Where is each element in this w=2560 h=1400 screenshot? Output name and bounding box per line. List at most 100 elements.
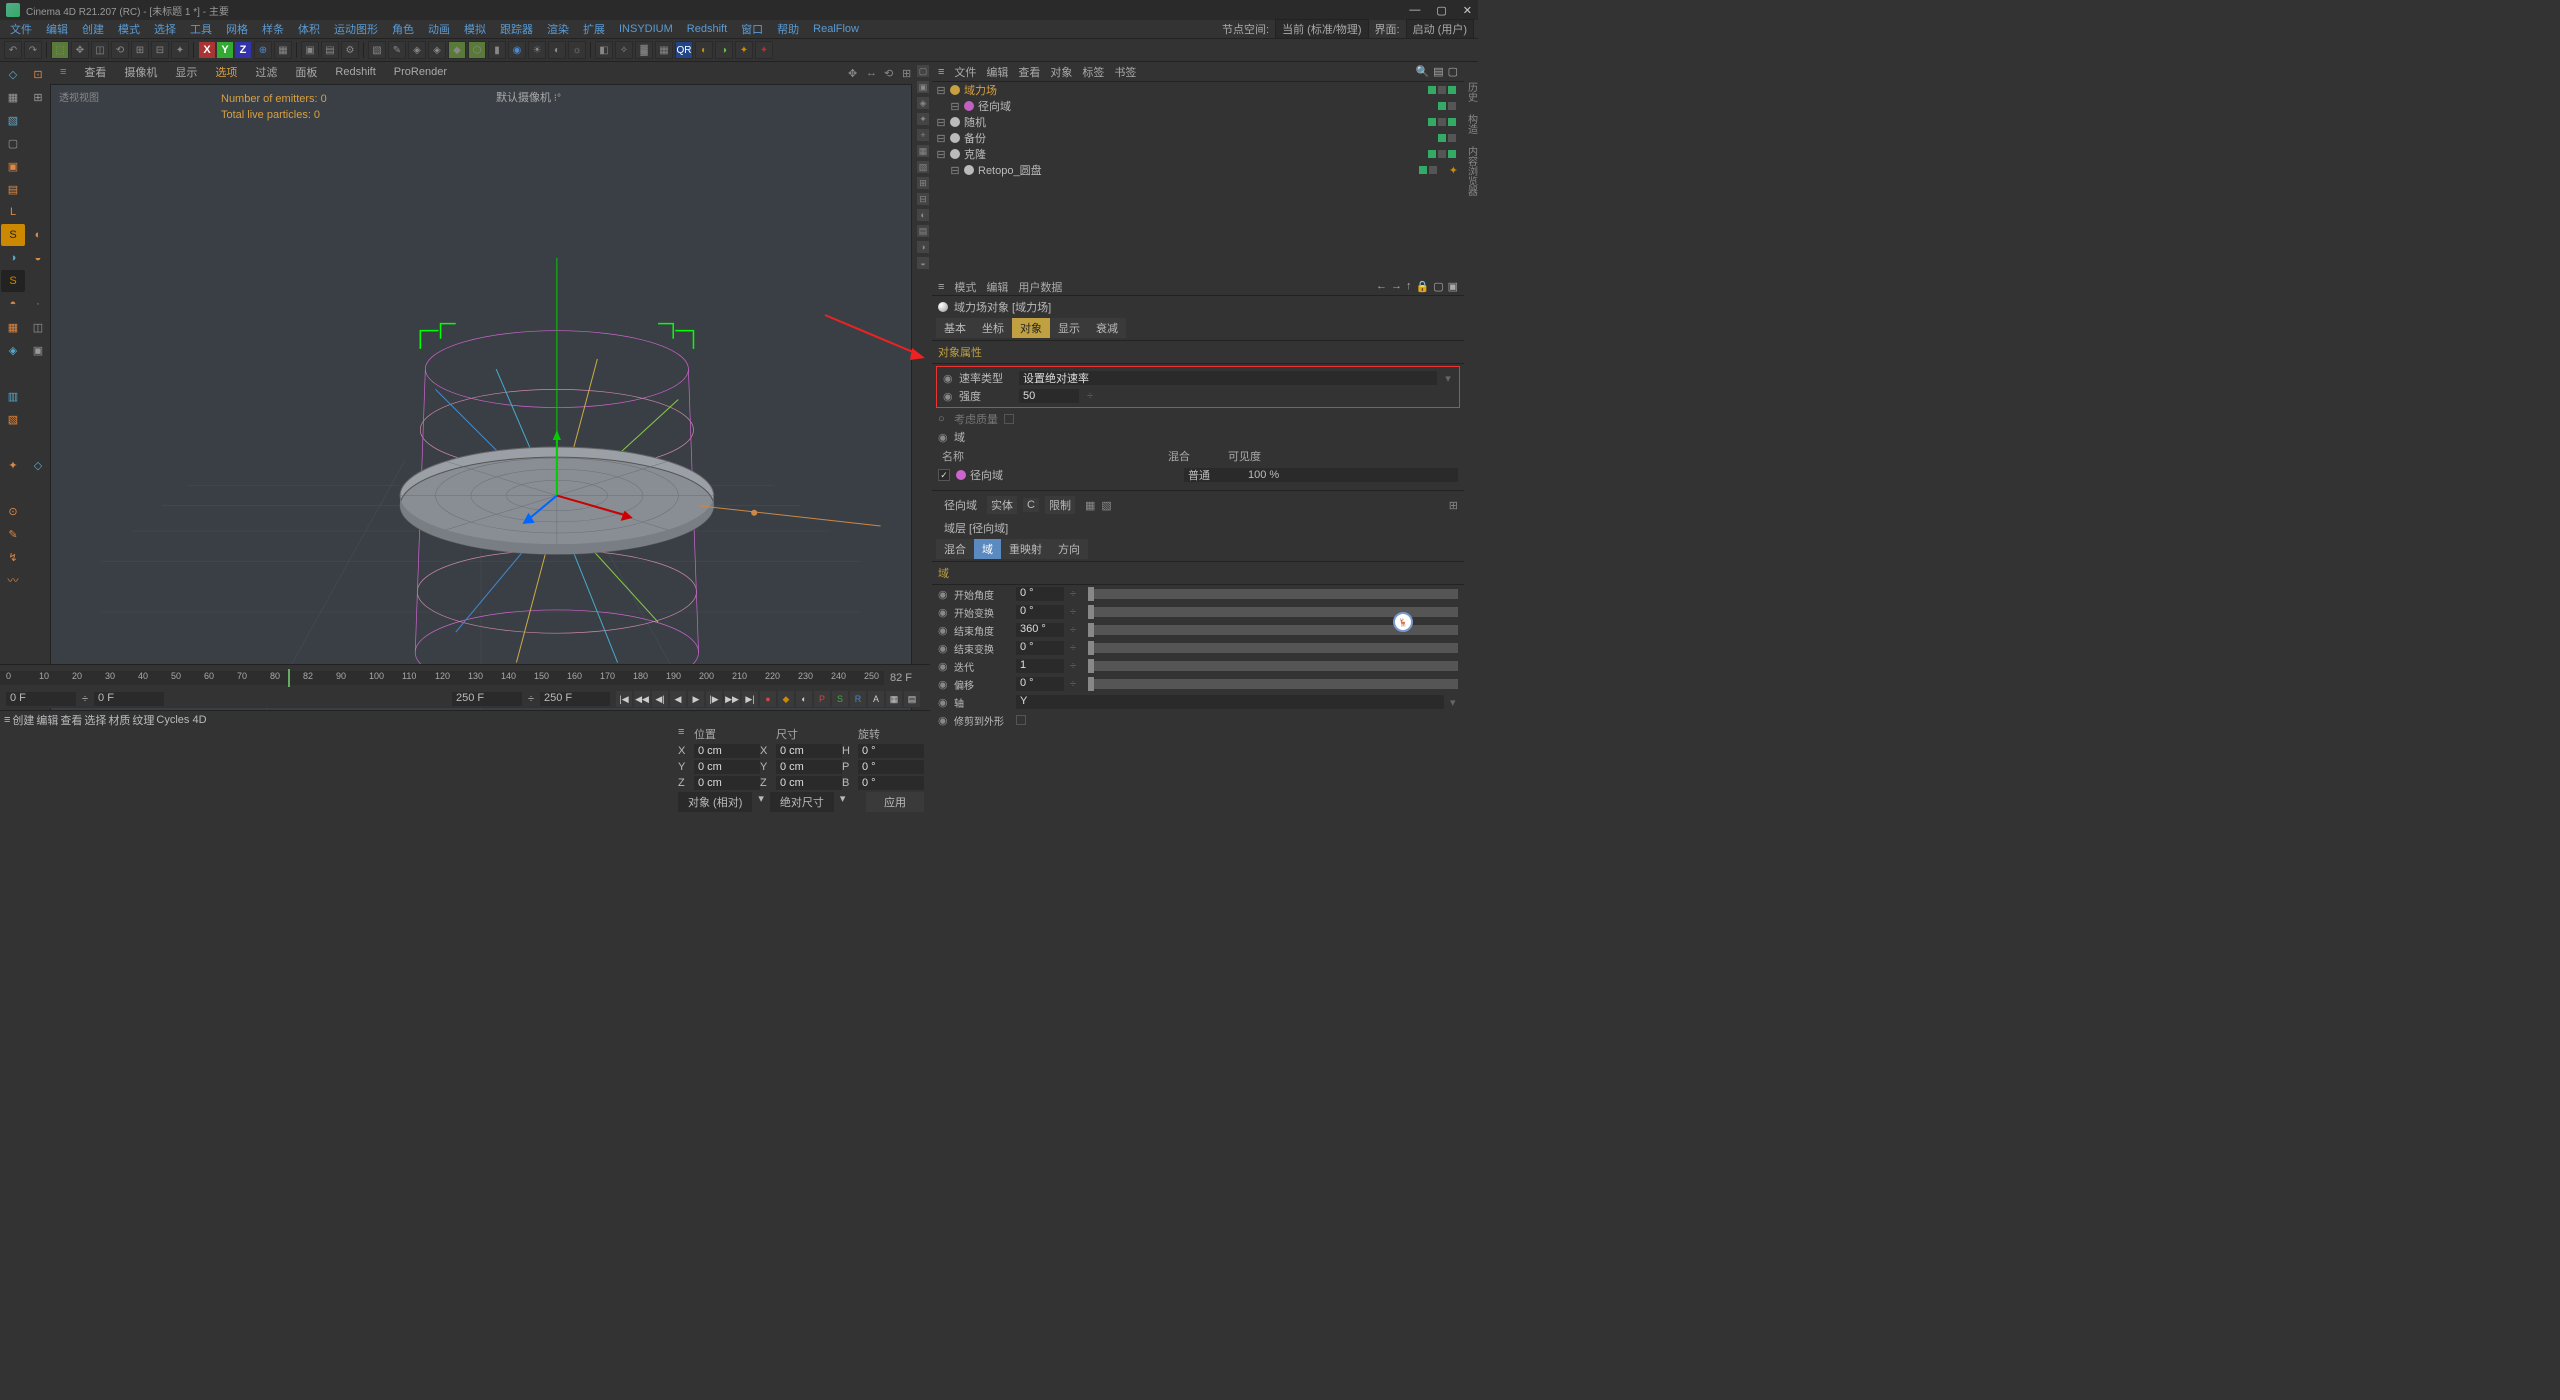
- attr-tab[interactable]: 衰减: [1088, 318, 1126, 338]
- menu-item[interactable]: 文件: [4, 19, 38, 39]
- coord-field[interactable]: 0 °: [858, 744, 924, 758]
- view-menu-item[interactable]: 过滤: [247, 62, 285, 82]
- side-icon[interactable]: ▦: [916, 144, 930, 158]
- tool-icon[interactable]: ◧: [595, 41, 613, 59]
- dock-tab[interactable]: 构造: [1464, 114, 1479, 134]
- tool-icon[interactable]: ✦: [1, 454, 25, 476]
- tool-icon[interactable]: ◇: [26, 454, 50, 476]
- tree-row[interactable]: ⊟径向域: [932, 98, 1464, 114]
- side-icon[interactable]: ◈: [916, 96, 930, 110]
- side-icon[interactable]: ◐: [916, 208, 930, 222]
- rotate-tool-icon[interactable]: ⟲: [111, 41, 129, 59]
- nav-back-icon[interactable]: ←: [1376, 280, 1387, 293]
- coord-field[interactable]: 0 cm: [776, 776, 842, 790]
- param-field[interactable]: 360 °: [1016, 623, 1064, 637]
- coord-field[interactable]: 0 cm: [694, 744, 760, 758]
- mat-menu-item[interactable]: 材质: [108, 712, 130, 728]
- field-list-row[interactable]: 径向域 普通 100 %: [932, 466, 1464, 484]
- field-enable-checkbox[interactable]: [938, 469, 950, 481]
- tool-icon[interactable]: ▥: [1, 385, 25, 407]
- view-menu-item[interactable]: 选项: [207, 62, 245, 82]
- record-icon[interactable]: ●: [760, 691, 776, 707]
- tool-icon[interactable]: [26, 155, 50, 177]
- nav-up-icon[interactable]: ↑: [1406, 280, 1412, 293]
- obj-menu-item[interactable]: 书签: [1114, 64, 1136, 80]
- tool-icon[interactable]: 〰: [1, 569, 25, 591]
- autokey-icon[interactable]: ◆: [778, 691, 794, 707]
- tool-icon[interactable]: ◑: [1, 247, 25, 269]
- filter-icon[interactable]: ▤: [1433, 65, 1443, 78]
- tool-icon[interactable]: ▦: [1, 316, 25, 338]
- dock-tab[interactable]: 历史: [1464, 82, 1479, 102]
- tool-icon[interactable]: ↯: [1, 546, 25, 568]
- menu-item[interactable]: 运动图形: [328, 19, 384, 39]
- tool-icon[interactable]: ◒: [26, 247, 50, 269]
- generator-icon[interactable]: ◈: [428, 41, 446, 59]
- tool-icon[interactable]: ◐: [695, 41, 713, 59]
- tool-icon[interactable]: [26, 408, 50, 430]
- timeline[interactable]: 0102030405060708082901001101201301401501…: [0, 664, 930, 690]
- tool-icon[interactable]: [26, 132, 50, 154]
- param-slider[interactable]: [1088, 643, 1458, 653]
- sub-tab[interactable]: 方向: [1050, 539, 1088, 559]
- undo-icon[interactable]: ↶: [4, 41, 22, 59]
- generator-icon[interactable]: ◈: [408, 41, 426, 59]
- obj-menu-item[interactable]: 对象: [1050, 64, 1072, 80]
- side-icon[interactable]: ⊞: [916, 176, 930, 190]
- attr-tab[interactable]: 坐标: [974, 318, 1012, 338]
- menu-item[interactable]: RealFlow: [807, 21, 865, 37]
- field-icon[interactable]: ▮: [488, 41, 506, 59]
- tree-row[interactable]: ⊟随机: [932, 114, 1464, 130]
- tool-icon[interactable]: [26, 500, 50, 522]
- layout-select[interactable]: 启动 (用户): [1406, 19, 1474, 39]
- menu-item[interactable]: 扩展: [577, 19, 611, 39]
- menu-item[interactable]: 窗口: [735, 19, 769, 39]
- mix-select[interactable]: 普通: [1184, 468, 1244, 482]
- nav-fwd-icon[interactable]: →: [1391, 280, 1402, 293]
- tool-icon[interactable]: ·: [26, 293, 50, 315]
- menu-item[interactable]: 体积: [292, 19, 326, 39]
- tool-icon[interactable]: ⊟: [151, 41, 169, 59]
- side-icon[interactable]: ▤: [916, 224, 930, 238]
- tool-icon[interactable]: [26, 201, 50, 223]
- tool-icon[interactable]: ▓: [635, 41, 653, 59]
- view-menu-item[interactable]: ProRender: [386, 64, 455, 80]
- key-param-icon[interactable]: A: [868, 691, 884, 707]
- key-pos-icon[interactable]: P: [814, 691, 830, 707]
- coord-field[interactable]: 0 °: [858, 760, 924, 774]
- timeline-ruler[interactable]: 0102030405060708082901001101201301401501…: [0, 671, 884, 685]
- param-field[interactable]: 0 °: [1016, 677, 1064, 691]
- viewport-nav-icon[interactable]: ↔: [858, 65, 874, 79]
- menu-item[interactable]: 角色: [386, 19, 420, 39]
- key-scale-icon[interactable]: S: [832, 691, 848, 707]
- panel-icon[interactable]: ▢: [1433, 280, 1443, 293]
- tool-icon[interactable]: [26, 178, 50, 200]
- mat-menu-item[interactable]: 查看: [60, 712, 82, 728]
- tool-icon[interactable]: ◇: [1, 63, 25, 85]
- tool-icon[interactable]: S: [1, 224, 25, 246]
- icon[interactable]: ▦: [1085, 499, 1095, 512]
- tool-icon[interactable]: L: [1, 201, 25, 223]
- view-menu-item[interactable]: 摄像机: [116, 62, 165, 82]
- menu-item[interactable]: Redshift: [681, 21, 733, 37]
- tool-icon[interactable]: ✦: [171, 41, 189, 59]
- qr-icon[interactable]: QR: [675, 41, 693, 59]
- checkbox[interactable]: [1016, 715, 1026, 725]
- tree-row[interactable]: ⊟域力场: [932, 82, 1464, 98]
- minimize-button[interactable]: —: [1409, 4, 1420, 17]
- scale-tool-icon[interactable]: ◫: [91, 41, 109, 59]
- tool-icon[interactable]: ▧: [1, 109, 25, 131]
- tool-icon[interactable]: [26, 546, 50, 568]
- tool-icon[interactable]: [26, 270, 50, 292]
- obj-menu-item[interactable]: 编辑: [986, 64, 1008, 80]
- panel-icon[interactable]: ▢: [1448, 65, 1458, 78]
- move-tool-icon[interactable]: ✥: [71, 41, 89, 59]
- tool-icon[interactable]: ▦: [655, 41, 673, 59]
- side-icon[interactable]: ◒: [916, 256, 930, 270]
- sub-tab[interactable]: 混合: [936, 539, 974, 559]
- tool-icon[interactable]: ▣: [26, 339, 50, 361]
- coord-icon[interactable]: ⊕: [254, 41, 272, 59]
- menu-item[interactable]: 创建: [76, 19, 110, 39]
- tool-icon[interactable]: ✧: [615, 41, 633, 59]
- view-menu-item[interactable]: 面板: [287, 62, 325, 82]
